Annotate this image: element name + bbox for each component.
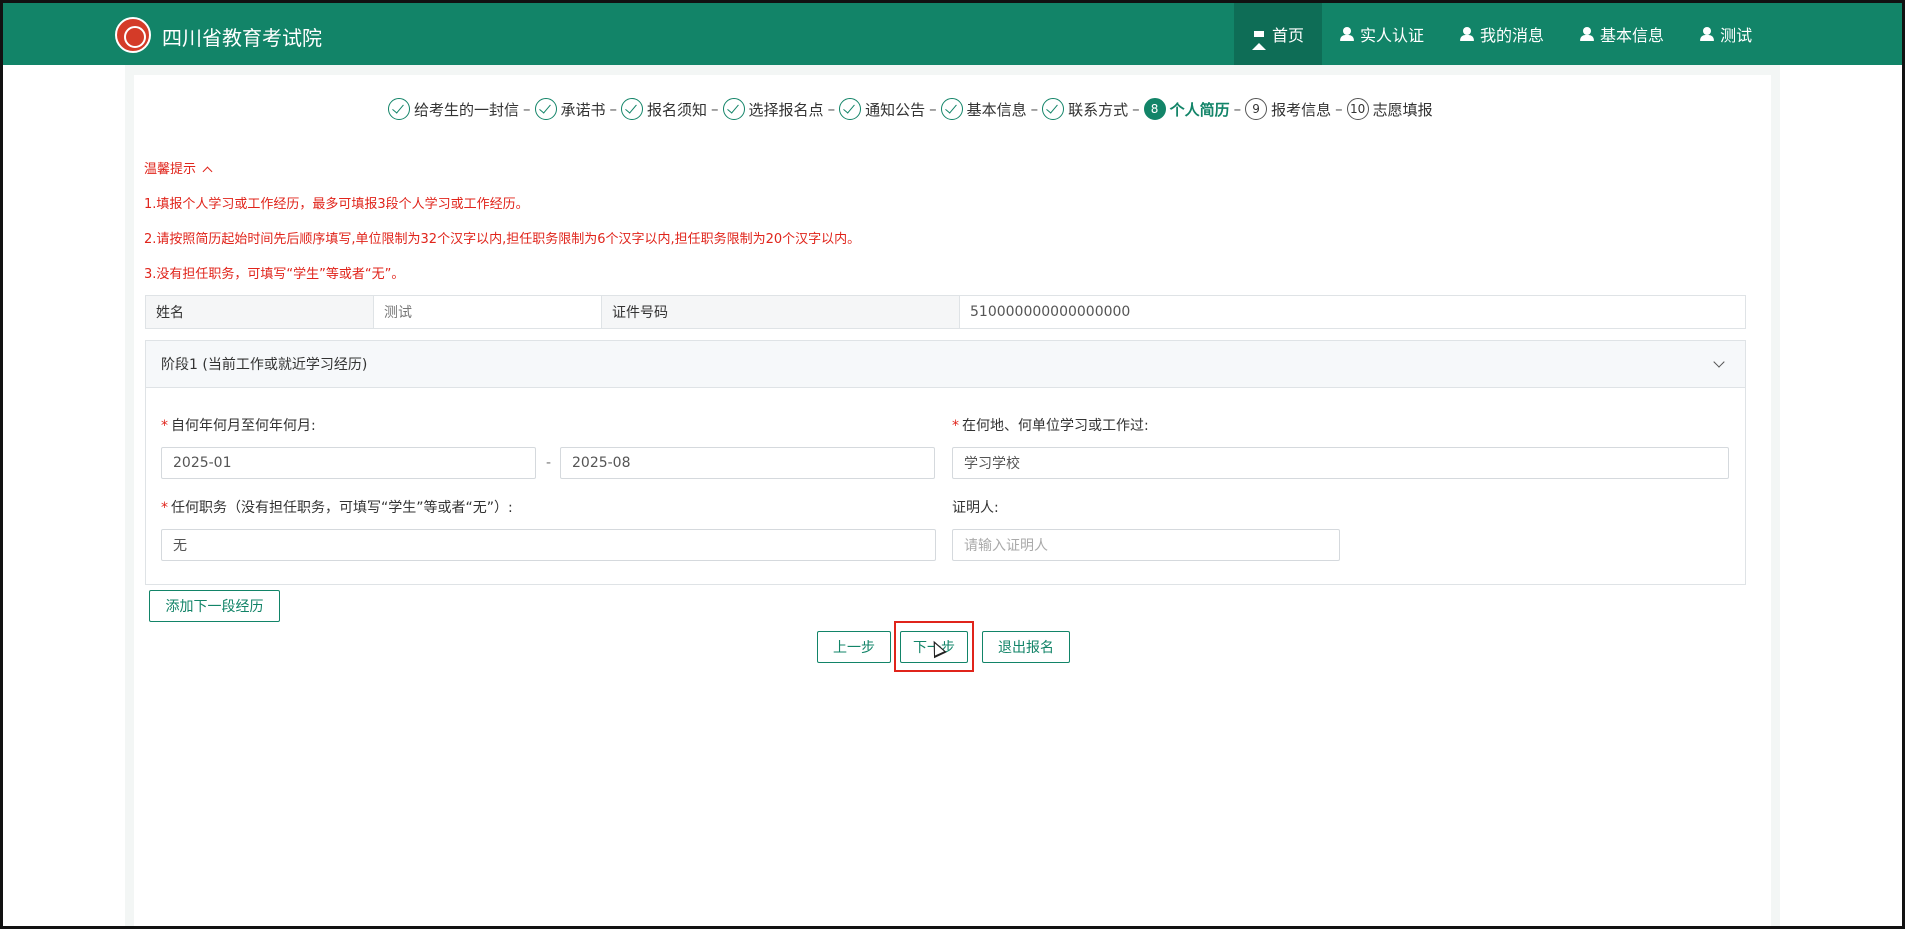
step-2: 承诺书 bbox=[534, 98, 606, 120]
start-date-input[interactable]: 2025-01 bbox=[161, 447, 536, 479]
check-circle-icon bbox=[839, 98, 862, 120]
check-circle-icon bbox=[1042, 98, 1065, 120]
chevron-down-icon bbox=[1713, 356, 1725, 368]
tips-toggle[interactable]: 温馨提示 bbox=[144, 158, 213, 177]
stage-panel-header[interactable]: 阶段1 (当前工作或就近学习经历) bbox=[146, 341, 1745, 388]
step-label: 给考生的一封信 bbox=[414, 100, 520, 119]
check-circle-icon bbox=[621, 98, 644, 120]
end-date-input[interactable]: 2025-08 bbox=[560, 447, 935, 479]
step-3: 报名须知 bbox=[621, 98, 707, 120]
step-progress: 给考生的一封信 – 承诺书 – 报名须知 – 选择报名点 – 通知公告 – 基本… bbox=[388, 96, 1433, 122]
step-separator: – bbox=[1030, 100, 1039, 118]
main-nav: 首页 实人认证 我的消息 基本信息 测试 bbox=[1234, 3, 1770, 65]
step-8: 8 个人简历 bbox=[1143, 98, 1230, 120]
name-value: 测试 bbox=[374, 296, 602, 328]
tip-line-1: 1.填报个人学习或工作经历，最多可填报3段个人学习或工作经历。 bbox=[144, 197, 529, 212]
position-input[interactable]: 无 bbox=[161, 529, 936, 561]
top-navbar: 四川省教育考试院 首页 实人认证 我的消息 基本信息 测试 bbox=[3, 3, 1902, 65]
prev-step-button[interactable]: 上一步 bbox=[817, 631, 891, 663]
date-range-dash: - bbox=[546, 455, 552, 471]
step-label: 志愿填报 bbox=[1372, 100, 1433, 119]
check-circle-icon bbox=[388, 98, 410, 120]
step-separator: – bbox=[1335, 100, 1343, 118]
step-label: 基本信息 bbox=[966, 100, 1027, 119]
step-label: 选择报名点 bbox=[748, 100, 824, 119]
exit-registration-button[interactable]: 退出报名 bbox=[982, 631, 1070, 663]
required-mark: * bbox=[952, 418, 959, 434]
step-separator: – bbox=[827, 100, 836, 118]
place-input[interactable]: 学习学校 bbox=[952, 447, 1729, 479]
step-separator: – bbox=[1233, 100, 1242, 118]
step-6: 基本信息 bbox=[940, 98, 1027, 120]
tips-title: 温馨提示 bbox=[144, 162, 197, 177]
step-label: 承诺书 bbox=[560, 100, 606, 119]
step-number-badge: 9 bbox=[1245, 98, 1268, 120]
nav-label: 首页 bbox=[1272, 26, 1305, 45]
step-separator: – bbox=[609, 100, 618, 118]
name-label: 姓名 bbox=[146, 296, 374, 328]
step-4: 选择报名点 bbox=[722, 98, 824, 120]
period-label: * 自何年何月至何年何月: bbox=[161, 415, 316, 435]
step-1: 给考生的一封信 bbox=[388, 98, 519, 120]
required-mark: * bbox=[161, 500, 168, 516]
step-number-badge: 8 bbox=[1143, 98, 1166, 120]
logo-icon bbox=[115, 17, 151, 53]
step-10: 10 志愿填报 bbox=[1346, 98, 1433, 120]
user-icon bbox=[1460, 27, 1475, 41]
step-label: 报名须知 bbox=[647, 100, 708, 119]
nav-label: 基本信息 bbox=[1600, 26, 1665, 45]
nav-user[interactable]: 测试 bbox=[1682, 3, 1770, 65]
position-label-text: 任何职务（没有担任职务，可填写“学生”等或者“无”）: bbox=[171, 500, 513, 516]
id-value: 510000000000000000 bbox=[970, 304, 1131, 320]
tip-line-3: 3.没有担任职务，可填写“学生”等或者“无”。 bbox=[144, 267, 405, 282]
step-separator: – bbox=[523, 100, 531, 118]
step-5: 通知公告 bbox=[839, 98, 925, 120]
nav-label: 测试 bbox=[1720, 26, 1753, 45]
step-label: 联系方式 bbox=[1068, 100, 1129, 119]
nav-basic-info[interactable]: 基本信息 bbox=[1562, 3, 1682, 65]
step-separator: – bbox=[1132, 100, 1140, 118]
nav-label: 我的消息 bbox=[1480, 26, 1545, 45]
step-7: 联系方式 bbox=[1042, 98, 1128, 120]
candidate-info-table: 姓名 测试 证件号码 510000000000000000 bbox=[145, 295, 1746, 329]
witness-input[interactable]: 请输入证明人 bbox=[952, 529, 1340, 561]
required-mark: * bbox=[161, 418, 168, 434]
place-label-text: 在何地、何单位学习或工作过: bbox=[962, 418, 1149, 434]
chevron-up-icon bbox=[202, 166, 213, 177]
position-label: * 任何职务（没有担任职务，可填写“学生”等或者“无”）: bbox=[161, 497, 513, 517]
user-icon bbox=[1340, 27, 1355, 41]
user-icon bbox=[1700, 27, 1715, 41]
step-separator: – bbox=[929, 100, 937, 118]
nav-label: 实人认证 bbox=[1360, 26, 1425, 45]
place-label: * 在何地、何单位学习或工作过: bbox=[952, 415, 1149, 435]
step-label: 报考信息 bbox=[1271, 100, 1332, 119]
check-circle-icon bbox=[534, 98, 557, 120]
check-circle-icon bbox=[722, 98, 745, 120]
step-separator: – bbox=[711, 100, 719, 118]
step-number-badge: 10 bbox=[1346, 98, 1369, 120]
add-experience-button[interactable]: 添加下一段经历 bbox=[149, 590, 280, 622]
nav-messages[interactable]: 我的消息 bbox=[1442, 3, 1562, 65]
brand-title: 四川省教育考试院 bbox=[162, 26, 322, 50]
user-icon bbox=[1580, 27, 1595, 41]
nav-identity[interactable]: 实人认证 bbox=[1322, 3, 1442, 65]
period-label-text: 自何年何月至何年何月: bbox=[171, 418, 316, 434]
nav-home[interactable]: 首页 bbox=[1234, 3, 1323, 65]
stage-title: 阶段1 (当前工作或就近学习经历) bbox=[161, 357, 368, 373]
home-icon bbox=[1252, 24, 1266, 50]
step-label: 个人简历 bbox=[1169, 100, 1230, 119]
tip-line-2: 2.请按照简历起始时间先后顺序填写,单位限制为32个汉字以内,担任职务限制为6个… bbox=[144, 232, 861, 247]
witness-label: 证明人: bbox=[952, 500, 999, 516]
id-label: 证件号码 bbox=[602, 296, 960, 328]
check-circle-icon bbox=[940, 98, 963, 120]
step-label: 通知公告 bbox=[865, 100, 926, 119]
step-9: 9 报考信息 bbox=[1245, 98, 1331, 120]
